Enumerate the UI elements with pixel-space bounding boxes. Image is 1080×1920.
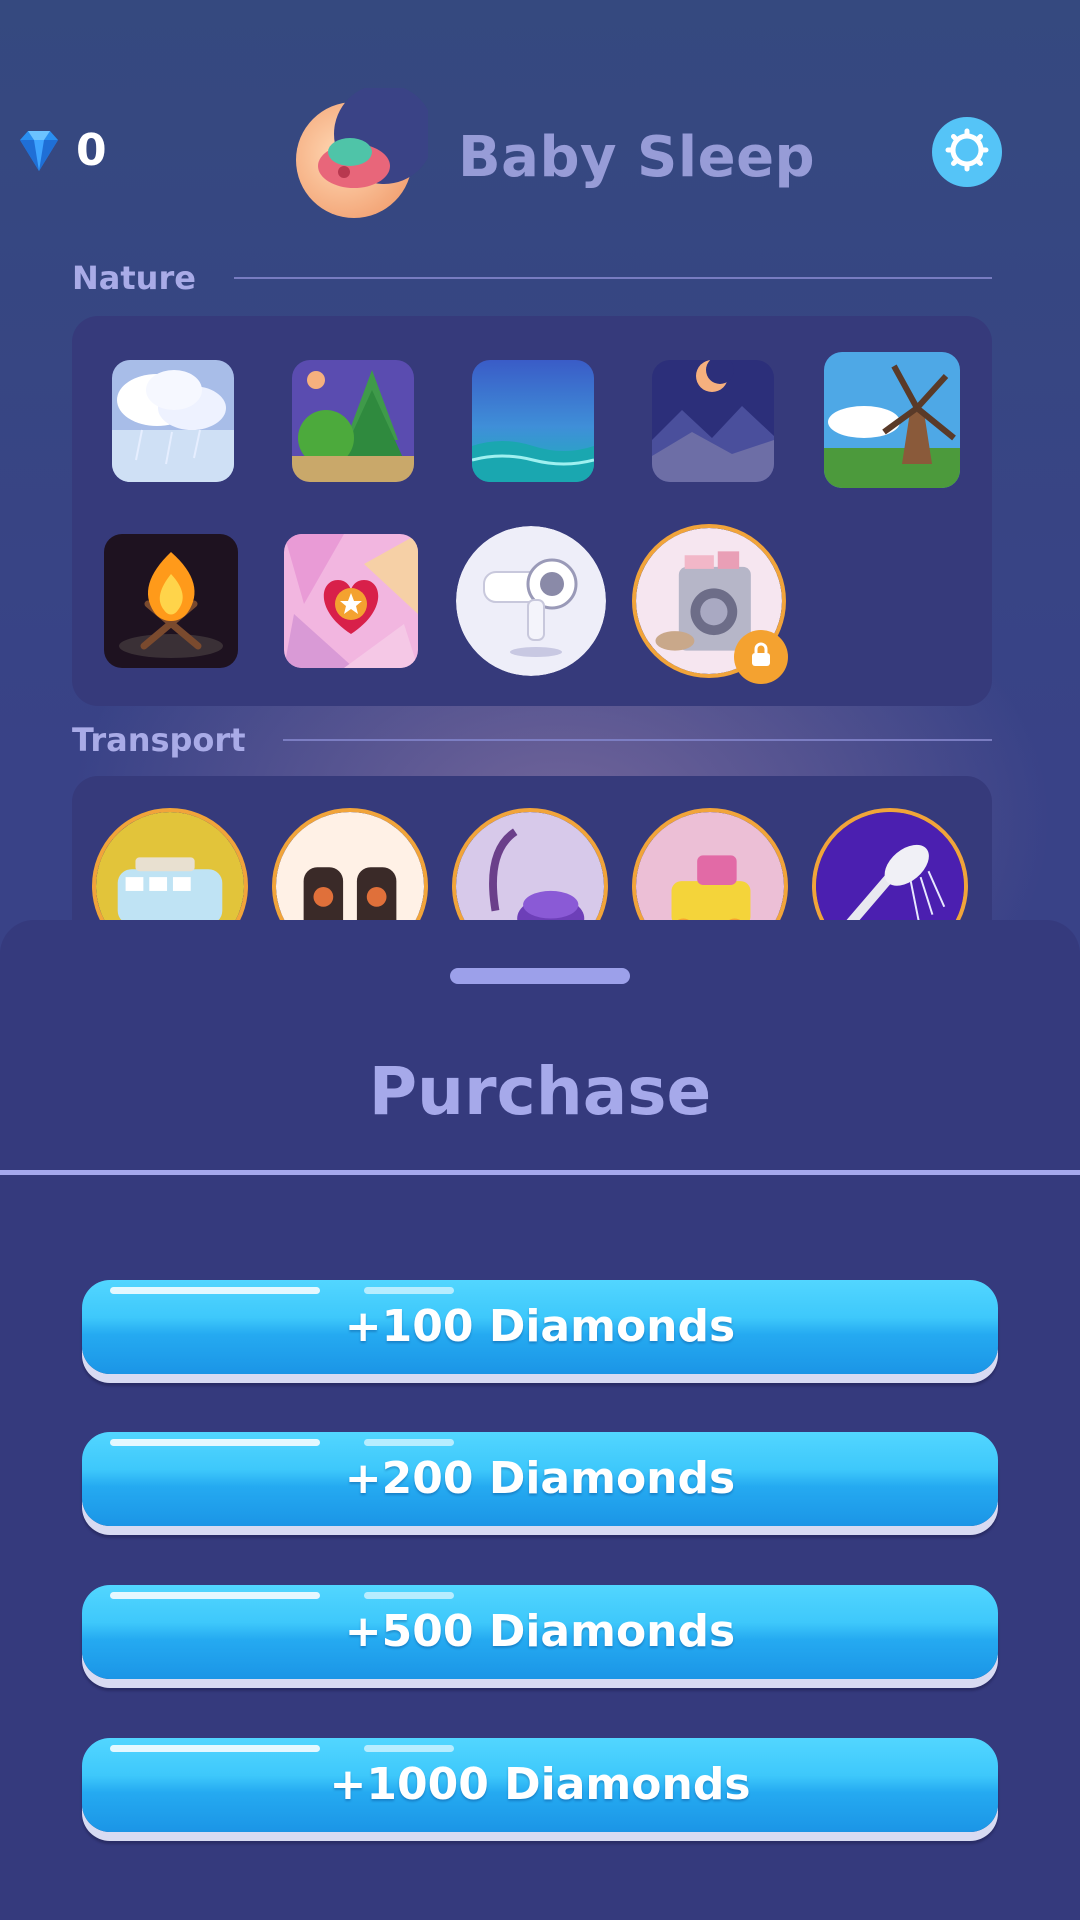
lock-icon [747, 641, 775, 673]
button-shine [364, 1745, 454, 1752]
diamond-icon [14, 126, 64, 176]
button-shine [110, 1745, 320, 1752]
drag-handle[interactable] [450, 968, 630, 984]
nature-panel [72, 316, 992, 706]
buy-button-label: +1000 Diamonds [329, 1759, 751, 1810]
button-shine [110, 1592, 320, 1599]
sound-tile-forest-night[interactable] [292, 360, 414, 482]
section-divider [233, 277, 992, 279]
buy-button-label: +100 Diamonds [344, 1301, 736, 1352]
section-header-transport: Transport [72, 720, 992, 760]
button-shine [364, 1439, 454, 1446]
button-shine [110, 1439, 320, 1446]
buy-button-label: +200 Diamonds [344, 1453, 736, 1504]
moon-baby-logo [292, 84, 434, 224]
purchase-title: Purchase [368, 1053, 712, 1130]
settings-button[interactable] [932, 117, 1002, 187]
button-shine [364, 1592, 454, 1599]
buy-1000-diamonds-button[interactable]: +1000 Diamonds [82, 1738, 998, 1832]
sheet-divider [0, 1170, 1080, 1175]
section-title: Nature [72, 259, 196, 297]
button-shine [364, 1287, 454, 1294]
button-shine [110, 1287, 320, 1294]
sound-tile-campfire[interactable] [104, 534, 238, 668]
sound-tile-rain-clouds[interactable] [112, 360, 234, 482]
sound-tile-heartbeat[interactable] [284, 534, 418, 668]
buy-500-diamonds-button[interactable]: +500 Diamonds [82, 1585, 998, 1679]
diamond-counter[interactable]: 0 [14, 126, 107, 176]
section-title: Transport [72, 721, 246, 759]
diamond-count: 0 [76, 125, 107, 176]
section-header-nature: Nature [72, 258, 992, 298]
sound-tile-ocean[interactable] [472, 360, 594, 482]
purchase-sheet: Purchase +100 Diamonds +200 Diamonds +50… [0, 920, 1080, 1920]
sound-tile-night-mountains[interactable] [652, 360, 774, 482]
gear-icon [945, 128, 989, 176]
buy-200-diamonds-button[interactable]: +200 Diamonds [82, 1432, 998, 1526]
sound-tile-hair-dryer[interactable] [456, 526, 606, 676]
sound-tile-windmill[interactable] [824, 352, 960, 488]
section-divider [283, 739, 992, 741]
app-title: Baby Sleep [458, 125, 816, 190]
buy-button-label: +500 Diamonds [344, 1606, 736, 1657]
buy-100-diamonds-button[interactable]: +100 Diamonds [82, 1280, 998, 1374]
lock-badge [734, 630, 788, 684]
